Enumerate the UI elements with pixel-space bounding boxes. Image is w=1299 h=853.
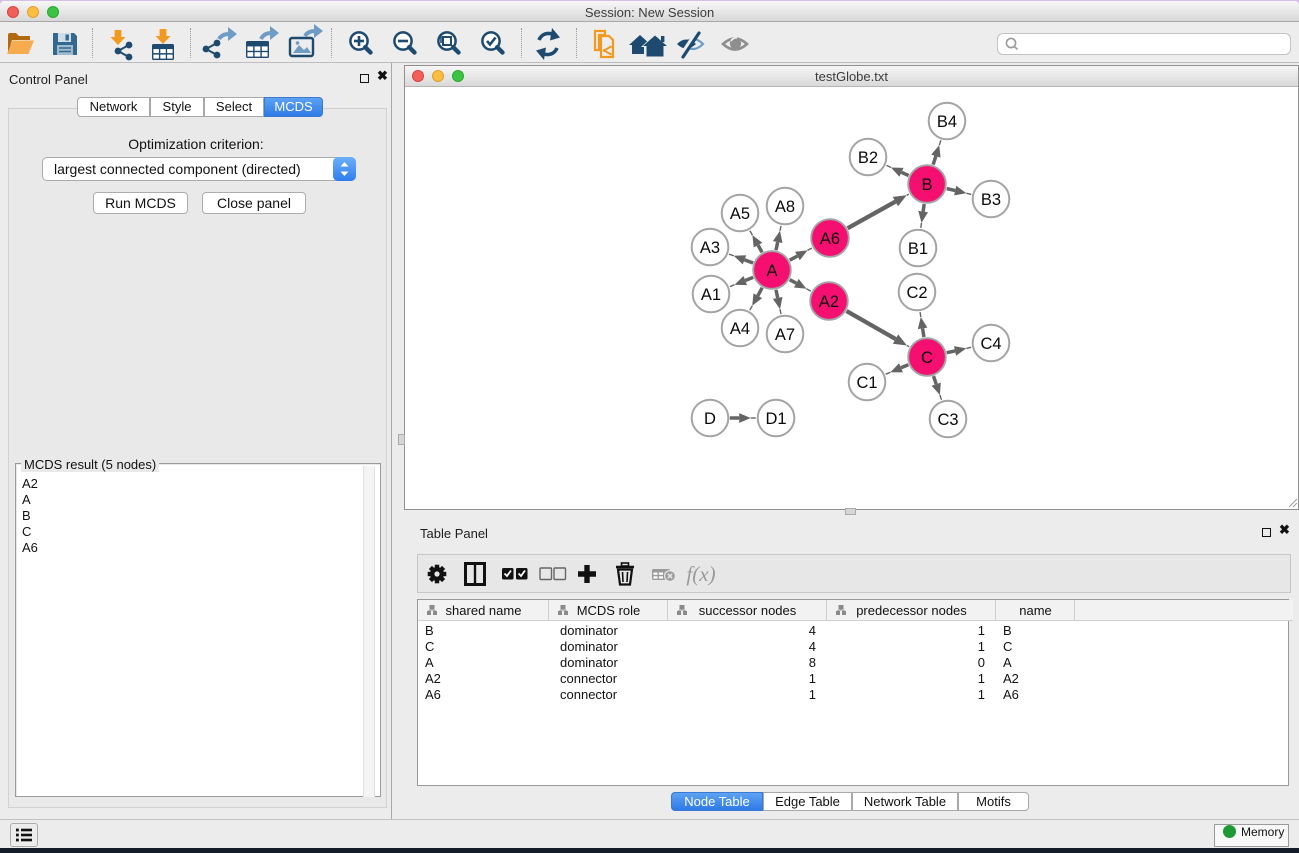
svg-text:B3: B3 bbox=[981, 191, 1001, 209]
svg-text:successor nodes: successor nodes bbox=[699, 603, 797, 618]
svg-text:C: C bbox=[921, 349, 933, 367]
svg-text:D: D bbox=[704, 410, 716, 428]
svg-text:A3: A3 bbox=[700, 239, 720, 257]
svg-text:predecessor nodes: predecessor nodes bbox=[856, 603, 967, 618]
svg-text:B4: B4 bbox=[937, 113, 957, 131]
svg-text:shared name: shared name bbox=[446, 603, 522, 618]
svg-text:A7: A7 bbox=[775, 326, 795, 344]
svg-text:MCDS role: MCDS role bbox=[577, 603, 641, 618]
svg-text:C1: C1 bbox=[856, 374, 877, 392]
svg-text:A4: A4 bbox=[730, 320, 750, 338]
svg-text:C3: C3 bbox=[937, 411, 958, 429]
svg-text:A1: A1 bbox=[701, 286, 721, 304]
svg-text:A2: A2 bbox=[819, 293, 839, 311]
svg-text:name: name bbox=[1019, 603, 1052, 618]
svg-text:A: A bbox=[766, 262, 777, 280]
svg-text:B1: B1 bbox=[908, 240, 928, 258]
svg-text:A5: A5 bbox=[730, 205, 750, 223]
svg-text:B2: B2 bbox=[858, 149, 878, 167]
svg-text:f(x): f(x) bbox=[686, 562, 715, 586]
svg-text:C2: C2 bbox=[906, 284, 927, 302]
svg-text:B: B bbox=[921, 176, 932, 194]
svg-text:A8: A8 bbox=[775, 198, 795, 216]
svg-text:C4: C4 bbox=[980, 335, 1001, 353]
svg-text:D1: D1 bbox=[765, 410, 786, 428]
svg-text:A6: A6 bbox=[820, 230, 840, 248]
